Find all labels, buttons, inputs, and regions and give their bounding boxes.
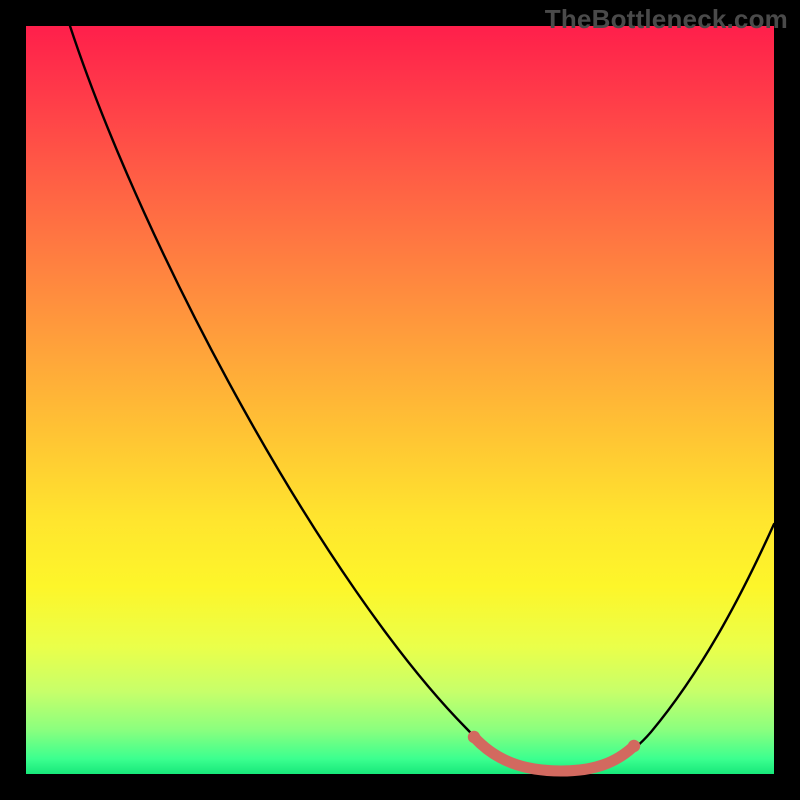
optimal-range-band bbox=[474, 737, 634, 771]
chart-svg bbox=[26, 26, 774, 774]
chart-frame: TheBottleneck.com bbox=[0, 0, 800, 800]
bottleneck-curve bbox=[70, 26, 774, 772]
plot-area bbox=[26, 26, 774, 774]
optimal-range-end-dot bbox=[628, 740, 640, 752]
optimal-range-start-dot bbox=[468, 731, 480, 743]
watermark-text: TheBottleneck.com bbox=[545, 4, 788, 35]
